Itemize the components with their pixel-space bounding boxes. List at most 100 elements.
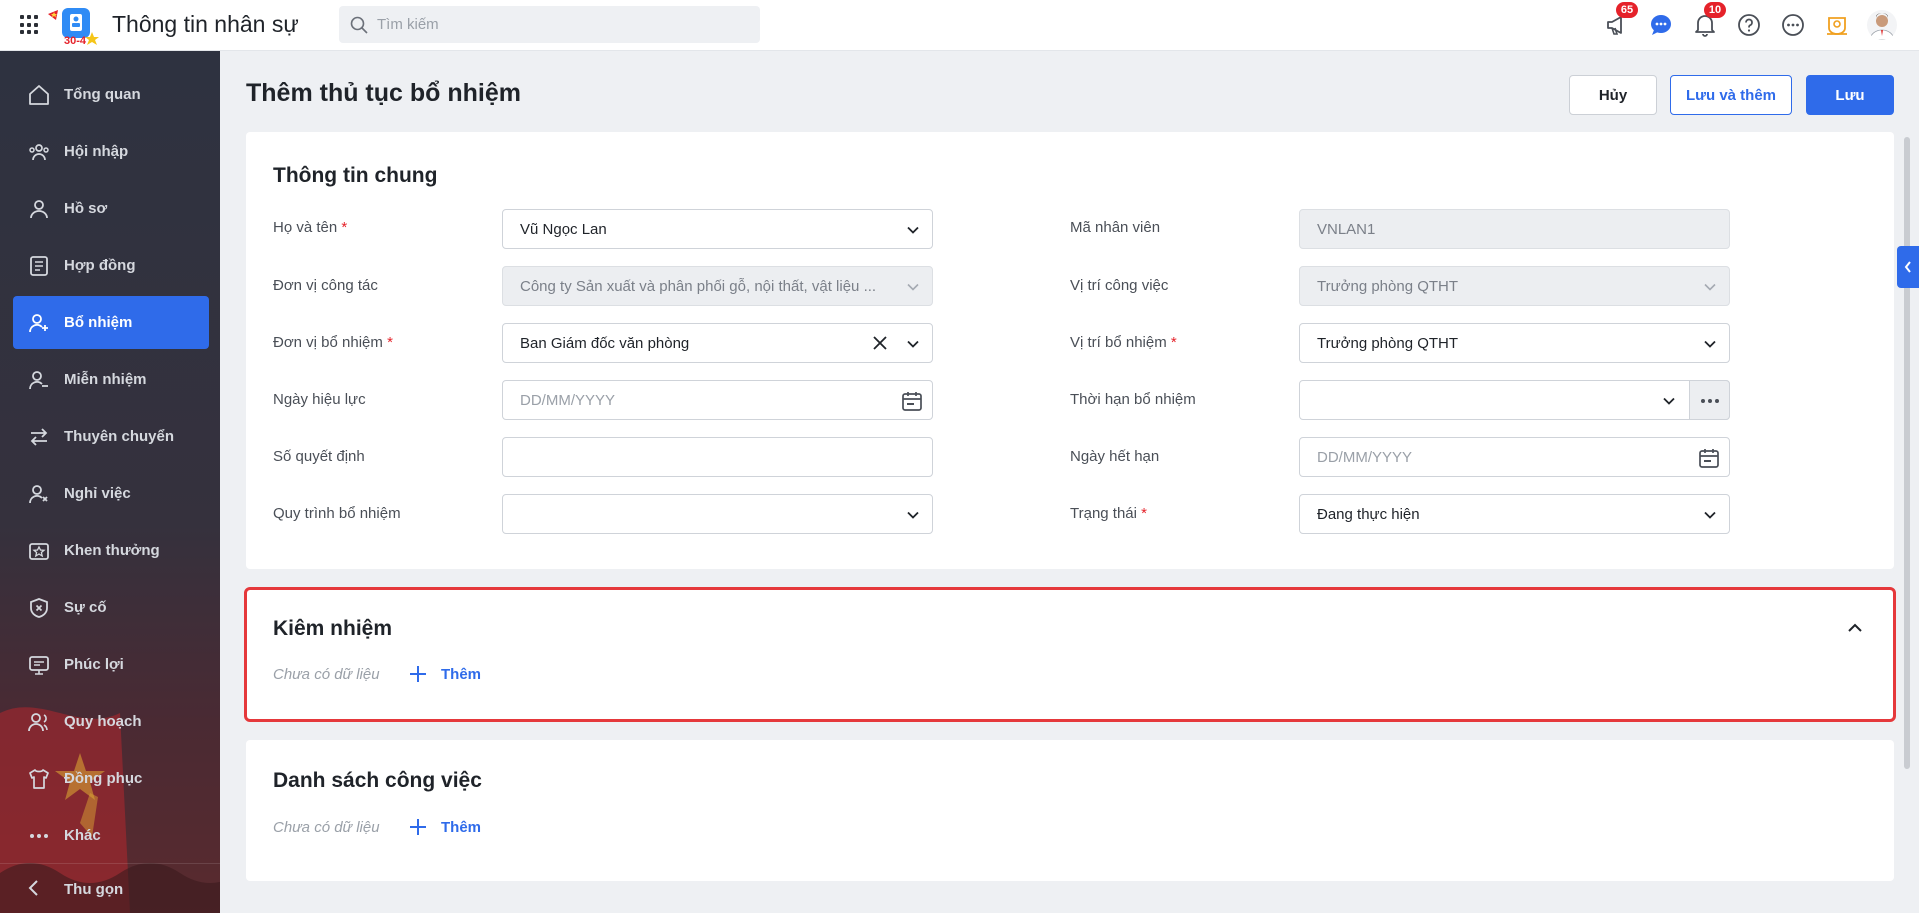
appoint-term-select[interactable] — [1299, 380, 1730, 420]
sidebar-item-11[interactable]: Quy hoạch — [13, 695, 209, 748]
search-input[interactable] — [377, 6, 747, 43]
sidebar-item-10[interactable]: Phúc lợi — [13, 638, 209, 691]
concurrent-positions-card: Kiêm nhiệm Chưa có dữ liệu Thêm — [244, 587, 1896, 722]
shirt-icon — [29, 769, 49, 789]
status-select[interactable]: Đang thực hiện — [1299, 494, 1730, 534]
calendar-icon[interactable] — [1698, 447, 1720, 469]
sidebar-item-8[interactable]: Khen thưởng — [13, 524, 209, 577]
appoint-unit-value: Ban Giám đốc văn phòng — [520, 335, 690, 352]
general-info-title: Thông tin chung — [273, 164, 438, 187]
home-icon — [29, 85, 49, 105]
help-icon[interactable] — [1736, 12, 1762, 38]
work-unit-select: Công ty Sản xuất và phân phối gỗ, nội th… — [502, 266, 933, 306]
employee-code-label: Mã nhân viên — [1070, 219, 1161, 236]
app-grid-icon[interactable] — [20, 15, 40, 35]
transfer-icon — [30, 428, 48, 446]
sidebar-item-label: Bổ nhiệm — [64, 314, 133, 331]
effective-date-input[interactable]: DD/MM/YYYY — [502, 380, 933, 420]
user-plus-icon — [29, 314, 48, 333]
task-list-title: Danh sách công việc — [273, 769, 482, 792]
chevron-down-icon — [907, 226, 919, 234]
chevron-left-icon — [1904, 261, 1911, 273]
chevron-left-icon — [28, 880, 38, 896]
full-name-label: Họ và tên * — [273, 219, 348, 236]
sidebar-item-1[interactable]: Hội nhập — [13, 125, 209, 178]
chevron-down-icon — [1663, 397, 1675, 405]
more-icon[interactable] — [1780, 12, 1806, 38]
user-avatar[interactable] — [1867, 10, 1897, 40]
sidebar-item-label: Hội nhập — [64, 143, 129, 160]
chevron-up-icon[interactable] — [1846, 619, 1864, 637]
sidebar-item-label: Hồ sơ — [64, 200, 108, 217]
general-info-card: Thông tin chung Họ và tên * Đơn vị công … — [246, 132, 1894, 569]
appoint-term-label: Thời hạn bổ nhiệm — [1070, 391, 1196, 408]
work-unit-label: Đơn vị công tác — [273, 277, 378, 294]
job-position-select: Trưởng phòng QTHT — [1299, 266, 1730, 306]
sidebar-item-label: Nghỉ việc — [64, 485, 131, 502]
appoint-position-label: Vị trí bổ nhiệm * — [1070, 334, 1177, 351]
concurrent-add-label: Thêm — [441, 666, 482, 683]
sidebar-item-4[interactable]: Bổ nhiệm — [13, 296, 209, 349]
appoint-term-more-button[interactable] — [1689, 380, 1730, 420]
clear-icon[interactable] — [872, 335, 888, 351]
process-select[interactable] — [502, 494, 933, 534]
sidebar-item-12[interactable]: Đồng phục — [13, 752, 209, 805]
sidebar-item-7[interactable]: Nghỉ việc — [13, 467, 209, 520]
bell-badge: 10 — [1704, 2, 1726, 18]
job-position-label: Vị trí công việc — [1070, 277, 1169, 294]
sidebar-item-label: Quy hoạch — [64, 713, 142, 730]
sidebar-item-6[interactable]: Thuyên chuyển — [13, 410, 209, 463]
process-label: Quy trình bổ nhiệm — [273, 505, 401, 522]
sidebar-item-2[interactable]: Hồ sơ — [13, 182, 209, 235]
bell-icon[interactable]: 10 — [1692, 2, 1726, 38]
user-x-icon — [29, 485, 48, 504]
megaphone-icon[interactable]: 65 — [1604, 2, 1638, 38]
cancel-button[interactable]: Hủy — [1569, 75, 1657, 115]
appoint-unit-select[interactable]: Ban Giám đốc văn phòng — [502, 323, 933, 363]
plus-icon — [410, 666, 426, 682]
sidebar-item-5[interactable]: Miễn nhiệm — [13, 353, 209, 406]
appoint-unit-label: Đơn vị bổ nhiệm * — [273, 334, 393, 351]
expiry-date-placeholder: DD/MM/YYYY — [1317, 449, 1413, 466]
award-icon[interactable] — [1824, 12, 1850, 38]
sidebar-item-3[interactable]: Hợp đồng — [13, 239, 209, 292]
sidebar-item-label: Phúc lợi — [64, 656, 124, 673]
sidebar-item-13[interactable]: Khác — [13, 809, 209, 862]
decision-no-input[interactable] — [502, 437, 933, 477]
contract-icon — [30, 256, 48, 276]
shield-x-icon — [30, 598, 48, 618]
benefit-icon — [29, 656, 49, 675]
status-value: Đang thực hiện — [1317, 506, 1420, 523]
collapse-label: Thu gọn — [64, 881, 124, 898]
top-bar: 30-4 Thông tin nhân sự 65 10 — [0, 0, 1919, 51]
job-position-value: Trưởng phòng QTHT — [1317, 278, 1459, 295]
sidebar-item-9[interactable]: Sự cố — [13, 581, 209, 634]
planning-icon — [28, 713, 48, 732]
side-panel-toggle[interactable] — [1897, 246, 1919, 288]
concurrent-empty-text: Chưa có dữ liệu — [273, 666, 380, 683]
search-box[interactable] — [339, 6, 760, 43]
save-and-add-button[interactable]: Lưu và thêm — [1670, 75, 1792, 115]
sidebar-item-label: Khen thưởng — [64, 542, 160, 559]
task-add-label: Thêm — [441, 819, 482, 836]
chevron-down-icon — [907, 283, 919, 291]
task-list-card: Danh sách công việc Chưa có dữ liệu Thêm — [246, 740, 1894, 881]
dots-icon — [30, 834, 48, 838]
sidebar-item-0[interactable]: Tổng quan — [13, 68, 209, 121]
page-scrollbar[interactable] — [1904, 137, 1910, 769]
sidebar-item-label: Khác — [64, 827, 101, 844]
sidebar-collapse-button[interactable]: Thu gọn — [0, 863, 220, 913]
save-button[interactable]: Lưu — [1806, 75, 1894, 115]
chat-icon[interactable] — [1648, 12, 1674, 38]
full-name-select[interactable]: Vũ Ngọc Lan — [502, 209, 933, 249]
sidebar-item-label: Sự cố — [64, 599, 107, 616]
group-icon — [29, 144, 49, 161]
sidebar-item-label: Tổng quan — [64, 86, 141, 103]
calendar-icon[interactable] — [901, 390, 923, 412]
plus-icon — [410, 819, 426, 835]
expiry-date-input[interactable]: DD/MM/YYYY — [1299, 437, 1730, 477]
chevron-down-icon — [1704, 283, 1716, 291]
chevron-down-icon — [907, 340, 919, 348]
appoint-position-select[interactable]: Trưởng phòng QTHT — [1299, 323, 1730, 363]
effective-date-placeholder: DD/MM/YYYY — [520, 392, 616, 409]
